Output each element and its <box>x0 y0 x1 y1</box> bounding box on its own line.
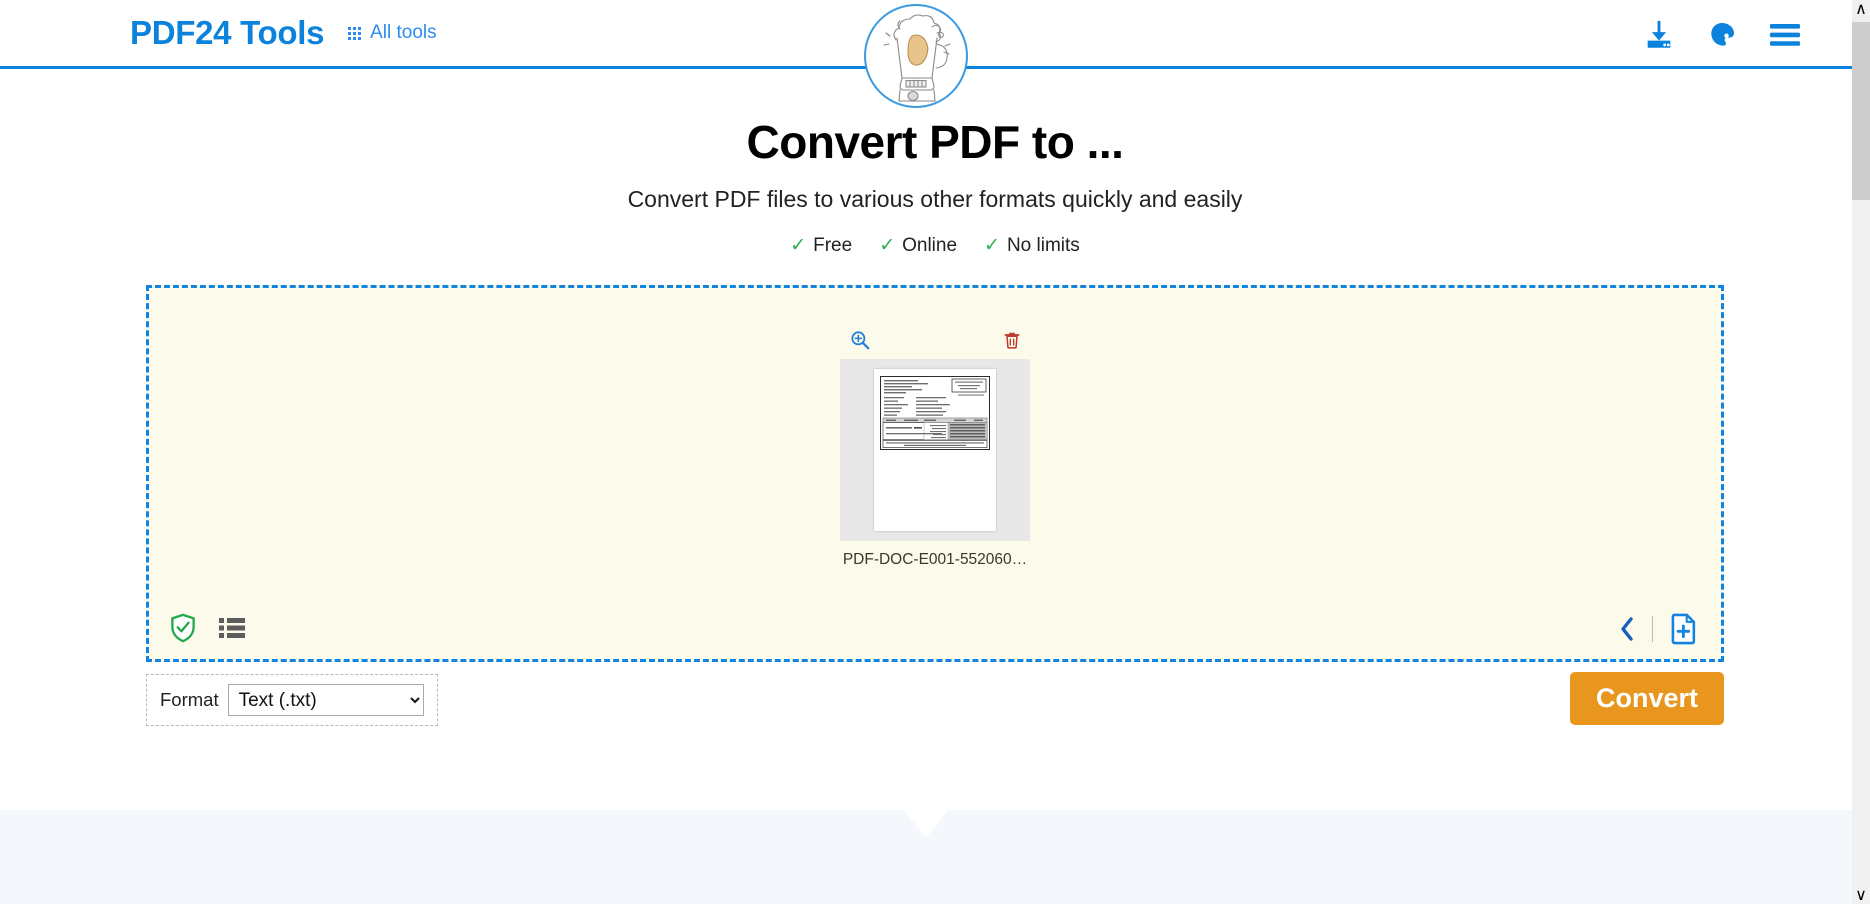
page-subtitle: Convert PDF files to various other forma… <box>627 186 1243 212</box>
scrollbar-thumb[interactable] <box>1852 22 1870 200</box>
list-view-icon[interactable] <box>219 617 245 639</box>
file-name-label: PDF-DOC-E001-552060… <box>842 551 1028 568</box>
scroll-down-arrow[interactable]: ∨ <box>1852 886 1870 904</box>
all-tools-link[interactable]: All tools <box>348 22 437 44</box>
check-icon: ✓ <box>879 235 896 256</box>
feature-item-online: ✓ Online <box>879 234 957 257</box>
all-tools-label: All tools <box>370 22 437 43</box>
format-select[interactable]: Text (.txt) Word (.docx) Excel (.xlsx) P… <box>227 684 424 716</box>
file-tool-row <box>840 328 1030 352</box>
shield-check-icon[interactable] <box>169 613 197 643</box>
main-content: Convert PDF to ... Convert PDF files to … <box>0 69 1870 734</box>
chevron-left-icon[interactable] <box>1618 615 1636 643</box>
dropzone-right-controls <box>1618 613 1699 645</box>
format-label: Format <box>160 689 219 710</box>
palette-icon[interactable] <box>1706 19 1738 51</box>
control-divider <box>1652 616 1653 642</box>
page-scrollbar[interactable]: ∧ ∨ <box>1852 0 1870 904</box>
feature-item-no-limits: ✓ No limits <box>984 234 1080 257</box>
file-thumbnail-card[interactable] <box>840 359 1030 541</box>
check-icon: ✓ <box>984 235 1000 256</box>
options-row: Format Text (.txt) Word (.docx) Excel (.… <box>146 672 1724 734</box>
page-title: Convert PDF to ... <box>746 116 1124 168</box>
document-page-thumbnail <box>874 369 996 531</box>
file-thumbnail-block: PDF-DOC-E001-552060… <box>840 328 1030 569</box>
site-header: PDF24 Tools All tools <box>0 0 1870 108</box>
feature-label: Free <box>813 234 853 256</box>
blender-sketch-logo[interactable] <box>864 4 968 108</box>
hamburger-menu-icon[interactable] <box>1768 22 1802 48</box>
download-icon[interactable] <box>1642 18 1676 52</box>
feature-list: ✓ Free ✓ Online ✓ No limits <box>0 234 1870 257</box>
bottom-section <box>0 810 1852 904</box>
feature-item-free: ✓ Free <box>790 234 852 257</box>
convert-button[interactable]: Convert <box>1569 672 1724 726</box>
feature-label: Online <box>902 234 958 256</box>
feature-label: No limits <box>1006 234 1080 256</box>
format-option-group: Format Text (.txt) Word (.docx) Excel (.… <box>146 674 438 726</box>
add-file-icon[interactable] <box>1669 613 1699 645</box>
trash-icon[interactable] <box>1002 329 1022 351</box>
magnify-plus-icon[interactable] <box>849 329 871 351</box>
section-notch <box>904 810 948 838</box>
scroll-up-arrow[interactable]: ∧ <box>1852 0 1870 18</box>
dropzone-left-controls <box>169 613 245 643</box>
grid-icon <box>348 26 362 40</box>
page-root: PDF24 Tools All tools Convert PDF to ...… <box>0 0 1870 904</box>
brand-logo-text[interactable]: PDF24 Tools <box>130 14 324 52</box>
header-icon-group <box>1642 0 1802 69</box>
brand-group: PDF24 Tools All tools <box>130 14 437 52</box>
check-icon: ✓ <box>790 235 807 256</box>
file-dropzone[interactable]: PDF-DOC-E001-552060… <box>146 285 1724 662</box>
